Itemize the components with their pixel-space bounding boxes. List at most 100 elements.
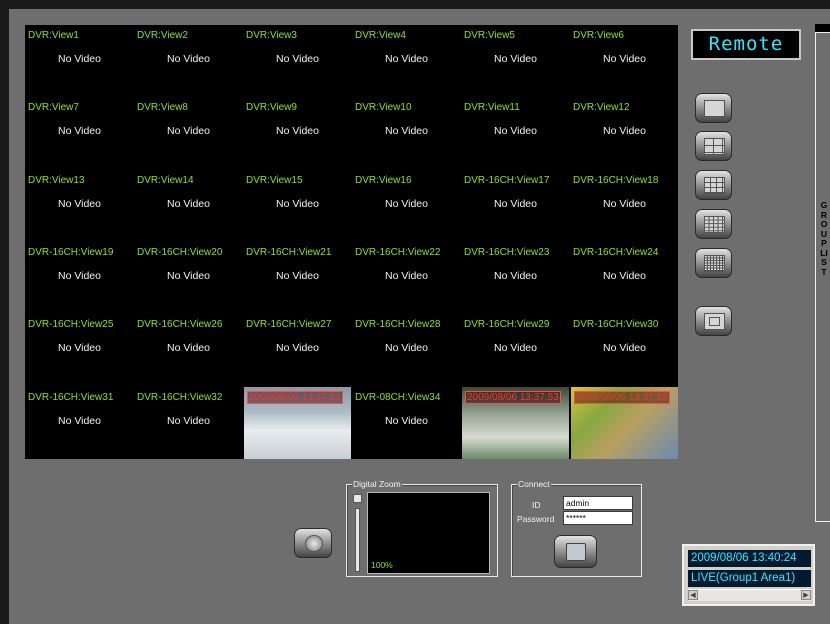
zoom-slider-track[interactable] (355, 508, 360, 572)
single-view-icon (704, 100, 725, 117)
no-video-text: No Video (493, 269, 537, 282)
status-time: 2009/08/06 13:40:24 (688, 550, 811, 567)
camera-timestamp: 2009/08/06 13:37:53 (465, 390, 561, 404)
view-title: DVR:View9 (246, 102, 297, 114)
layout-3x3-button[interactable] (695, 170, 732, 200)
id-field[interactable]: admin (563, 496, 633, 510)
layout-sequence-button[interactable] (695, 306, 732, 336)
no-video-text: No Video (493, 342, 537, 355)
video-cell[interactable]: DVR-16CH:View18 No Video (570, 170, 679, 242)
view-title: DVR:View1 (28, 30, 79, 41)
video-cell[interactable]: DVR:View14 No Video (134, 170, 243, 242)
video-cell[interactable]: DVR-16CH:View21 No Video (243, 242, 352, 314)
no-video-text: No Video (602, 197, 646, 210)
view-title: DVR:View16 (355, 174, 412, 186)
live-camera-feed[interactable]: 2009/08/06 13:37:53 (462, 386, 569, 459)
group-list-label: GROUP LIST (820, 200, 828, 277)
video-cell[interactable]: DVR-16CH:View23 No Video (461, 242, 570, 314)
live-camera-feed[interactable]: 2009/08/06 13:37:51 (244, 386, 351, 459)
layout-1x1-button[interactable] (695, 93, 732, 123)
view-title: DVR:View11 (464, 102, 520, 114)
no-video-text: No Video (57, 269, 101, 282)
no-video-text: No Video (384, 342, 428, 355)
no-video-text: No Video (166, 197, 210, 210)
video-cell[interactable]: DVR:View9 No Video (243, 97, 352, 169)
view-title: DVR-16CH:View23 (464, 246, 550, 258)
video-cell[interactable]: DVR-16CH:View26 No Video (134, 314, 243, 386)
video-cell[interactable]: DVR-16CH:View29 No Video (461, 314, 570, 386)
video-cell[interactable]: DVR:View10 No Video (352, 97, 461, 169)
live-camera-feed[interactable]: 2009/08/06 13:37:52 (571, 386, 678, 459)
layout-4x4-button[interactable] (695, 209, 732, 239)
layout-2x2-button[interactable] (695, 131, 732, 161)
video-cell[interactable]: 2009/08/06 13:37:52 (570, 386, 679, 459)
video-cell[interactable]: DVR-16CH:View25 No Video (25, 314, 134, 386)
status-scrollbar[interactable]: ◀ ▶ (688, 589, 811, 601)
video-cell[interactable]: DVR-16CH:View32 No Video (134, 387, 243, 459)
video-cell[interactable]: DVR:View12 No Video (570, 97, 679, 169)
video-cell[interactable]: DVR:View16 No Video (352, 170, 461, 242)
no-video-text: No Video (166, 342, 210, 355)
layout-6x6-button[interactable] (695, 248, 732, 278)
video-cell[interactable]: DVR:View15 No Video (243, 170, 352, 242)
scroll-left-icon[interactable]: ◀ (688, 590, 698, 600)
video-cell[interactable]: 2009/08/06 13:37:53 (461, 386, 570, 459)
video-cell[interactable]: DVR-16CH:View30 No Video (570, 314, 679, 386)
view-title: DVR:View5 (464, 30, 515, 41)
video-cell[interactable]: DVR:View8 No Video (134, 97, 243, 169)
connect-label: Connect (517, 478, 551, 490)
view-title: DVR-16CH:View32 (137, 391, 223, 403)
view-title: DVR-16CH:View26 (137, 319, 223, 331)
video-cell[interactable]: DVR:View6 No Video (570, 25, 679, 97)
no-video-text: No Video (57, 125, 101, 138)
no-video-text: No Video (57, 197, 101, 210)
zoom-value: 100% (371, 560, 393, 570)
no-video-text: No Video (166, 269, 210, 282)
video-cell[interactable]: DVR-16CH:View22 No Video (352, 242, 461, 314)
video-cell[interactable]: DVR:View11 No Video (461, 97, 570, 169)
top-border (0, 0, 830, 9)
video-cell[interactable]: DVR-16CH:View27 No Video (243, 314, 352, 386)
video-cell[interactable]: DVR:View7 No Video (25, 97, 134, 169)
video-cell[interactable]: DVR-16CH:View24 No Video (570, 242, 679, 314)
view-title: DVR:View12 (573, 102, 630, 114)
video-cell[interactable]: DVR:View3 No Video (243, 25, 352, 97)
view-title: DVR-08CH:View34 (355, 391, 441, 403)
group-list-panel[interactable]: GROUP LIST (815, 32, 830, 522)
no-video-text: No Video (384, 269, 428, 282)
digital-zoom-group: Digital Zoom 100% (346, 478, 498, 577)
zoom-preview[interactable]: 100% (367, 492, 490, 574)
view-title: DVR:View14 (137, 174, 194, 186)
video-cell[interactable]: DVR:View13 No Video (25, 170, 134, 242)
video-cell[interactable]: DVR-16CH:View17 No Video (461, 170, 570, 242)
connect-button[interactable] (554, 535, 597, 568)
sixteen-view-icon (704, 216, 725, 233)
video-cell[interactable]: DVR-16CH:View31 No Video (25, 387, 134, 459)
view-title: DVR-16CH:View30 (573, 319, 659, 331)
connect-group: Connect ID admin Password ****** (511, 478, 642, 577)
no-video-text: No Video (493, 53, 537, 65)
no-video-text: No Video (384, 125, 428, 138)
video-cell[interactable]: DVR-16CH:View20 No Video (134, 242, 243, 314)
password-field[interactable]: ****** (563, 511, 633, 525)
view-title: DVR:View2 (137, 30, 188, 41)
zoom-slider[interactable] (353, 494, 362, 573)
scroll-right-icon[interactable]: ▶ (801, 590, 811, 600)
view-title: DVR:View13 (28, 174, 85, 186)
video-grid: DVR:View1 No Video DVR:View2 No Video DVR:Vi… (25, 25, 678, 459)
video-cell[interactable]: DVR:View4 No Video (352, 25, 461, 97)
sequence-view-icon (704, 313, 725, 330)
video-cell[interactable]: DVR:View5 No Video (461, 25, 570, 97)
video-cell[interactable]: DVR-16CH:View19 No Video (25, 242, 134, 314)
no-video-text: No Video (493, 125, 537, 138)
remote-button[interactable]: Remote (691, 29, 801, 60)
video-cell[interactable]: DVR-08CH:View34 No Video (352, 387, 461, 459)
video-cell[interactable]: 2009/08/06 13:37:51 (243, 386, 352, 459)
video-cell[interactable]: DVR:View1 No Video (25, 25, 134, 97)
video-cell[interactable]: DVR:View2 No Video (134, 25, 243, 97)
snapshot-button[interactable] (294, 528, 332, 558)
zoom-slider-thumb[interactable] (353, 494, 362, 503)
no-video-text: No Video (57, 342, 101, 355)
video-cell[interactable]: DVR-16CH:View28 No Video (352, 314, 461, 386)
no-video-text: No Video (275, 197, 319, 210)
